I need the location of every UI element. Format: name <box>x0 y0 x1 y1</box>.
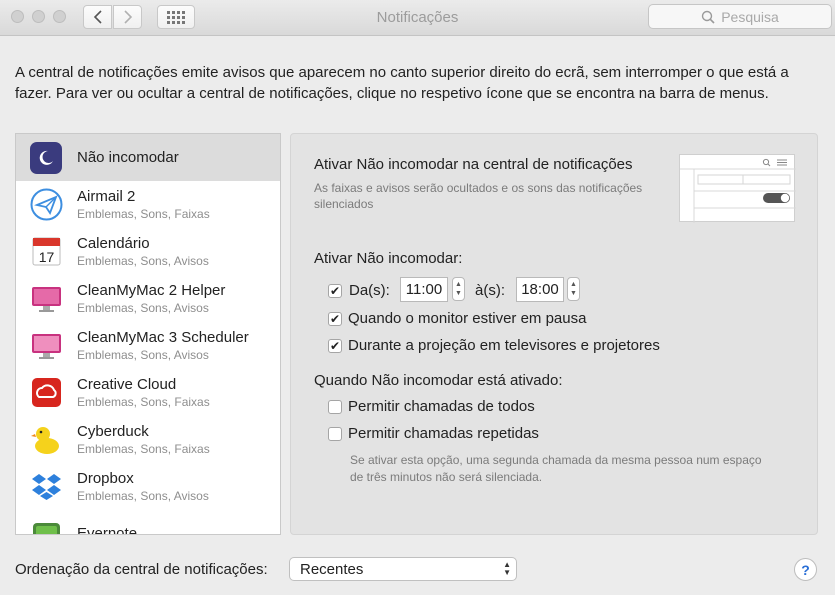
app-alert-types: Emblemas, Sons, Faixas <box>77 442 210 456</box>
sidebar-item-calendario[interactable]: 17 Calendário Emblemas, Sons, Avisos <box>16 228 280 275</box>
evernote-icon <box>30 517 63 534</box>
dropbox-icon <box>30 470 63 503</box>
allow-calls-label: Permitir chamadas de todos <box>348 398 535 415</box>
moon-icon <box>30 141 62 174</box>
sidebar-item-dropbox[interactable]: Dropbox Emblemas, Sons, Avisos <box>16 463 280 510</box>
to-label: à(s): <box>475 282 505 299</box>
sidebar-item-label: Não incomodar <box>77 149 179 166</box>
sort-order-select[interactable]: Recentes ▲ ▼ <box>289 557 517 581</box>
repeated-calls-note: Se ativar esta opção, uma segunda chamad… <box>350 453 762 484</box>
mirroring-checkbox[interactable]: ✔ <box>328 339 342 353</box>
checkmark-icon: ✔ <box>329 312 341 326</box>
app-name: Calendário <box>77 235 150 252</box>
popup-arrows-icon: ▲ ▼ <box>503 560 511 577</box>
to-time-field[interactable]: 18:00 <box>516 277 564 302</box>
sidebar-item-creative-cloud[interactable]: Creative Cloud Emblemas, Sons, Faixas <box>16 369 280 416</box>
mirroring-option-label: Durante a projeção em televisores e proj… <box>348 337 660 354</box>
sidebar-item-cleanmymac-3-scheduler[interactable]: CleanMyMac 3 Scheduler Emblemas, Sons, A… <box>16 322 280 369</box>
checkmark-icon: ✔ <box>329 284 341 298</box>
app-list[interactable]: Não incomodar Airmail 2 Emblemas, Sons, … <box>15 133 281 535</box>
chevron-down-icon[interactable]: ▼ <box>570 289 577 298</box>
chevron-up-icon[interactable]: ▲ <box>455 280 462 289</box>
sort-order-value: Recentes <box>300 560 364 578</box>
chevron-down-icon[interactable]: ▼ <box>455 289 462 298</box>
sidebar-item-cyberduck[interactable]: Cyberduck Emblemas, Sons, Faixas <box>16 416 280 463</box>
app-alert-types: Emblemas, Sons, Avisos <box>77 254 209 268</box>
from-time-stepper[interactable]: ▲ ▼ <box>452 277 465 301</box>
airmail-icon <box>30 188 63 221</box>
to-time-stepper[interactable]: ▲ ▼ <box>567 277 580 301</box>
creative-cloud-icon <box>30 376 63 409</box>
from-time-field[interactable]: 11:00 <box>400 277 448 302</box>
search-placeholder: Pesquisa <box>721 8 779 25</box>
sidebar-item-evernote[interactable]: Evernote <box>16 510 280 535</box>
calendar-icon: 17 <box>30 235 63 268</box>
app-name: Airmail 2 <box>77 188 136 205</box>
intro-text: A central de notificações emite avisos q… <box>15 64 789 102</box>
panel-description: As faixas e avisos serão ocultados e os … <box>314 181 643 211</box>
when-on-section-title: Quando Não incomodar está ativado: <box>314 372 563 389</box>
allow-calls-checkbox[interactable] <box>328 400 342 414</box>
app-alert-types: Emblemas, Sons, Faixas <box>77 207 210 221</box>
do-not-disturb-panel: Ativar Não incomodar na central de notif… <box>290 133 818 535</box>
cleanmymac-icon <box>30 329 63 362</box>
from-label: Da(s): <box>349 282 390 299</box>
chevron-up-icon[interactable]: ▲ <box>570 280 577 289</box>
schedule-checkbox[interactable]: ✔ <box>328 284 342 298</box>
app-name: Dropbox <box>77 470 134 487</box>
title-bar: Notificações Pesquisa <box>0 0 835 36</box>
app-alert-types: Emblemas, Sons, Faixas <box>77 395 210 409</box>
calendar-day: 17 <box>39 249 55 265</box>
app-name: CleanMyMac 2 Helper <box>77 282 226 299</box>
sidebar-item-cleanmymac-2-helper[interactable]: CleanMyMac 2 Helper Emblemas, Sons, Avis… <box>16 275 280 322</box>
sidebar-item-do-not-disturb[interactable]: Não incomodar <box>16 134 280 181</box>
app-alert-types: Emblemas, Sons, Avisos <box>77 348 209 362</box>
app-alert-types: Emblemas, Sons, Avisos <box>77 489 209 503</box>
search-icon <box>702 10 715 24</box>
allow-repeated-calls-label: Permitir chamadas repetidas <box>348 425 539 442</box>
schedule-section-title: Ativar Não incomodar: <box>314 250 463 267</box>
allow-repeated-calls-checkbox[interactable] <box>328 427 342 441</box>
app-name: Evernote <box>77 525 138 535</box>
app-name: Creative Cloud <box>77 376 177 393</box>
sort-label: Ordenação da central de notificações: <box>15 561 268 578</box>
app-name: CleanMyMac 3 Scheduler <box>77 329 249 346</box>
checkmark-icon: ✔ <box>329 339 341 353</box>
notification-center-preview <box>679 154 796 223</box>
panel-title: Ativar Não incomodar na central de notif… <box>314 156 633 173</box>
app-alert-types: Emblemas, Sons, Avisos <box>77 301 209 315</box>
cyberduck-icon <box>30 423 63 456</box>
sidebar-item-airmail[interactable]: Airmail 2 Emblemas, Sons, Faixas <box>16 181 280 228</box>
sleep-checkbox[interactable]: ✔ <box>328 312 342 326</box>
sleep-option-label: Quando o monitor estiver em pausa <box>348 310 587 327</box>
search-input[interactable]: Pesquisa <box>648 4 832 29</box>
cleanmymac-icon <box>30 282 63 315</box>
app-name: Cyberduck <box>77 423 149 440</box>
help-button[interactable]: ? <box>794 558 817 581</box>
